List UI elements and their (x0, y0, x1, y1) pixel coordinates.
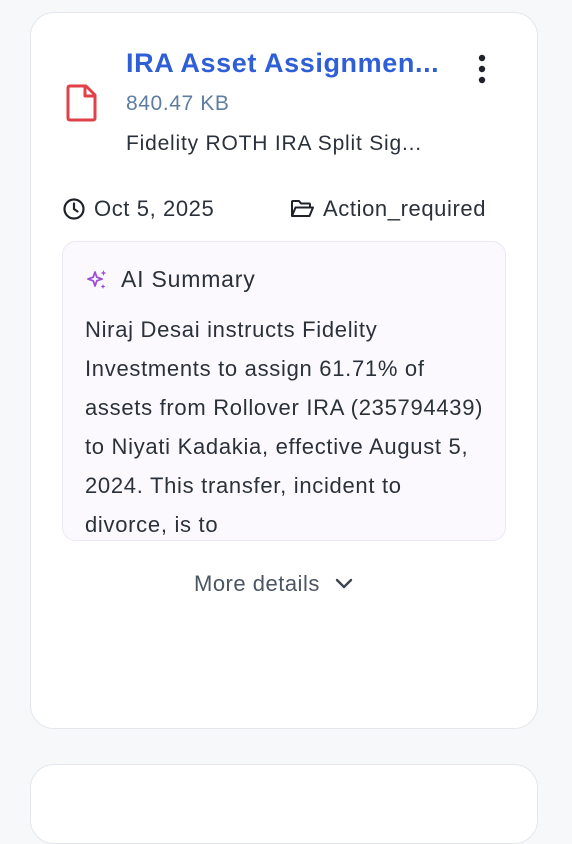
chevron-down-icon (335, 578, 353, 589)
more-vertical-icon[interactable] (466, 52, 498, 86)
document-title-link[interactable]: IRA Asset Assignmen... (126, 48, 439, 79)
next-document-card (30, 764, 538, 844)
document-description: Fidelity ROTH IRA Split Sig... (126, 132, 422, 155)
file-size: 840.47 KB (126, 92, 230, 115)
file-icon (66, 84, 97, 122)
ai-summary-text: Niraj Desai instructs Fidelity Investmen… (85, 317, 484, 537)
status-text: Action_required (323, 196, 487, 221)
folder-open-icon (291, 200, 314, 217)
more-details-label: More details (194, 571, 320, 596)
document-status: Action_required (290, 196, 486, 222)
date-text: Oct 5, 2025 (94, 196, 215, 221)
ai-summary-header: AI Summary (85, 266, 256, 293)
ai-summary-panel: AI Summary Niraj Desai instructs Fidelit… (62, 241, 506, 541)
more-details-button[interactable]: More details (194, 571, 354, 597)
sparkles-icon (87, 269, 107, 289)
document-date: Oct 5, 2025 (62, 196, 214, 222)
clock-icon (63, 198, 85, 220)
ai-summary-heading: AI Summary (121, 266, 256, 292)
